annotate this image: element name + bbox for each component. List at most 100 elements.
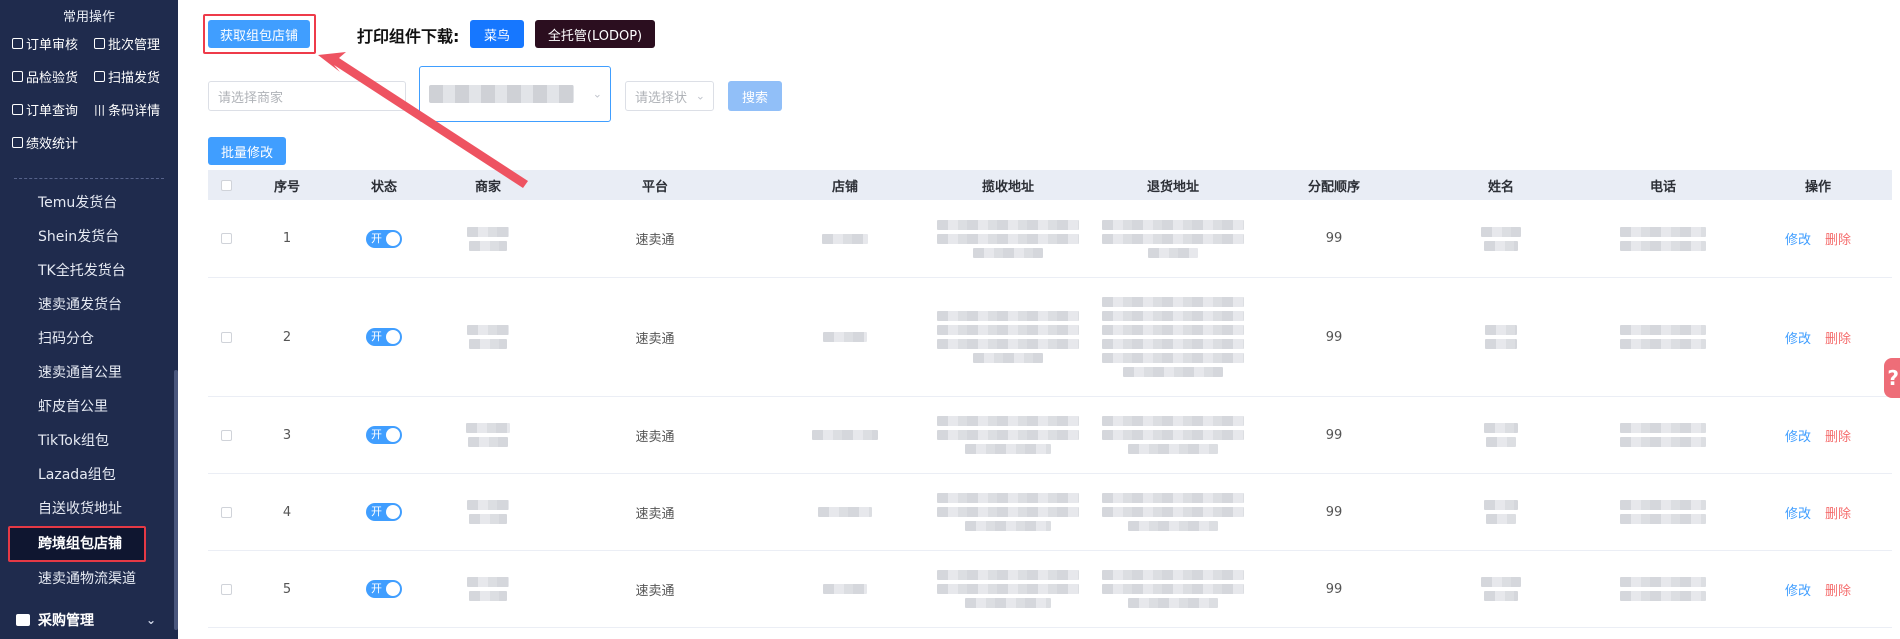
chevron-down-icon: ⌄: [695, 89, 705, 103]
query-icon: [12, 104, 23, 115]
status-toggle[interactable]: 开: [366, 580, 402, 598]
blurred-phone: [1620, 500, 1706, 524]
row-index: 1: [282, 231, 292, 246]
edit-link[interactable]: 修改: [1785, 426, 1811, 445]
checkbox-icon: [12, 38, 23, 49]
sidebar-group-purchase[interactable]: 采购管理 ⌄: [0, 604, 178, 636]
barcode-icon: |||: [94, 103, 106, 116]
edit-link[interactable]: 修改: [1785, 503, 1811, 522]
row-checkbox[interactable]: [220, 233, 232, 244]
row-checkbox[interactable]: [220, 331, 232, 343]
status-toggle[interactable]: 开: [366, 426, 402, 444]
status-toggle[interactable]: 开: [366, 503, 402, 521]
blurred-shop: [822, 233, 868, 244]
blurred-selected-value: [429, 85, 574, 103]
status-toggle[interactable]: 开: [366, 328, 402, 346]
blurred-phone: [1620, 577, 1706, 601]
header-assign-order: 分配顺序: [1307, 179, 1360, 195]
blurred-phone: [1620, 226, 1706, 251]
header-merchant: 商家: [474, 179, 501, 195]
blurred-return-address: [1102, 493, 1244, 531]
quick-batch-manage[interactable]: 批次管理: [94, 34, 172, 53]
header-index: 序号: [273, 179, 300, 195]
quick-barcode-detail[interactable]: ||| 条码详情: [94, 100, 172, 119]
blurred-merchant: [467, 577, 509, 601]
delete-link[interactable]: 删除: [1825, 503, 1851, 522]
edit-link[interactable]: 修改: [1785, 229, 1811, 248]
row-checkbox[interactable]: [220, 429, 232, 441]
shop-select[interactable]: ⌄: [419, 66, 611, 122]
merchant-select[interactable]: 请选择商家 ⌄: [208, 81, 406, 111]
header-status: 状态: [370, 179, 397, 195]
row-assign-order: 99: [1325, 581, 1343, 597]
blurred-merchant: [467, 500, 509, 524]
row-assign-order: 99: [1325, 231, 1343, 246]
row-assign-order: 99: [1325, 504, 1343, 520]
delete-link[interactable]: 删除: [1825, 580, 1851, 599]
edit-link[interactable]: 修改: [1785, 580, 1811, 599]
chevron-down-icon: ⌄: [387, 89, 397, 103]
chevron-down-icon: ⌄: [145, 613, 156, 627]
blurred-shop: [823, 332, 867, 342]
header-shop: 店铺: [831, 179, 858, 195]
header-select-all[interactable]: [208, 179, 244, 191]
blurred-merchant: [467, 325, 509, 349]
help-icon[interactable]: ?: [1884, 358, 1900, 398]
cainiao-download-button[interactable]: 菜鸟: [470, 20, 524, 48]
sidebar-item-shein[interactable]: Shein发货台: [0, 220, 178, 254]
quick-order-query[interactable]: 订单查询: [12, 100, 94, 119]
batch-edit-button[interactable]: 批量修改: [208, 137, 286, 165]
sidebar-item-aliexpress-ship[interactable]: 速卖通发货台: [0, 288, 178, 322]
delete-link[interactable]: 删除: [1825, 229, 1851, 248]
sidebar-item-tiktok-pack[interactable]: TikTok组包: [0, 424, 178, 458]
quick-inspection[interactable]: 品检验货: [12, 67, 94, 86]
header-name: 姓名: [1487, 179, 1514, 195]
sidebar-divider: [14, 178, 164, 179]
blurred-return-address: [1102, 219, 1244, 258]
header-pickup-address: 揽收地址: [981, 179, 1034, 195]
app: 常用操作 订单审核 批次管理 品检验货 扫描发货 订单查询 ||| 条码详情 绩效…: [0, 0, 1900, 639]
blurred-pickup-address: [937, 219, 1079, 258]
row-platform: 速卖通: [635, 233, 675, 248]
sidebar-item-aliexpress-channel[interactable]: 速卖通物流渠道: [0, 562, 178, 596]
sidebar-item-scan-split[interactable]: 扫码分仓: [0, 322, 178, 356]
blurred-phone: [1620, 325, 1706, 349]
checkbox[interactable]: [220, 179, 232, 191]
quick-order-review[interactable]: 订单审核: [12, 34, 94, 53]
chevron-down-icon: ⌄: [592, 87, 602, 101]
row-index: 3: [282, 427, 292, 443]
sidebar-item-temu[interactable]: Temu发货台: [0, 186, 178, 220]
status-toggle[interactable]: 开: [366, 229, 402, 248]
search-button[interactable]: 搜索: [728, 81, 782, 111]
blurred-name: [1484, 500, 1518, 524]
row-checkbox[interactable]: [220, 583, 232, 595]
delete-link[interactable]: 删除: [1825, 328, 1851, 347]
main-content: 获取组包店铺 打印组件下载: 菜鸟 全托管(LODOP) 请选择商家 ⌄ ⌄ 请…: [178, 0, 1900, 639]
batch-icon: [94, 38, 105, 49]
print-component-label: 打印组件下载:: [357, 27, 460, 46]
fetch-shops-button[interactable]: 获取组包店铺: [208, 20, 310, 48]
sidebar-item-tk-full[interactable]: TK全托发货台: [0, 254, 178, 288]
sidebar: 常用操作 订单审核 批次管理 品检验货 扫描发货 订单查询 ||| 条码详情 绩效…: [0, 0, 178, 639]
status-select[interactable]: 请选择状 ⌄: [625, 81, 714, 111]
table-row: 5 开 速卖通 99 修改 删除: [208, 551, 1892, 628]
delete-link[interactable]: 删除: [1825, 426, 1851, 445]
row-index: 2: [282, 329, 292, 345]
blurred-name: [1481, 577, 1521, 601]
edit-link[interactable]: 修改: [1785, 328, 1811, 347]
blurred-pickup-address: [937, 493, 1079, 531]
blurred-name: [1484, 423, 1518, 447]
sidebar-item-self-delivery[interactable]: 自送收货地址: [0, 492, 178, 526]
lodop-download-button[interactable]: 全托管(LODOP): [535, 20, 655, 48]
sidebar-item-aliexpress-first-mile[interactable]: 速卖通首公里: [0, 356, 178, 390]
sidebar-item-shopee-first-mile[interactable]: 虾皮首公里: [0, 390, 178, 424]
blurred-shop: [812, 430, 878, 440]
quick-scan-ship[interactable]: 扫描发货: [94, 67, 172, 86]
quick-actions-title: 常用操作: [62, 10, 115, 25]
row-checkbox[interactable]: [220, 506, 232, 518]
chart-icon: [12, 137, 23, 148]
quick-performance[interactable]: 绩效统计: [12, 133, 94, 152]
blurred-phone: [1620, 423, 1706, 447]
sidebar-item-lazada-pack[interactable]: Lazada组包: [0, 458, 178, 492]
sidebar-item-crossborder-shop[interactable]: 跨境组包店铺: [8, 526, 146, 562]
